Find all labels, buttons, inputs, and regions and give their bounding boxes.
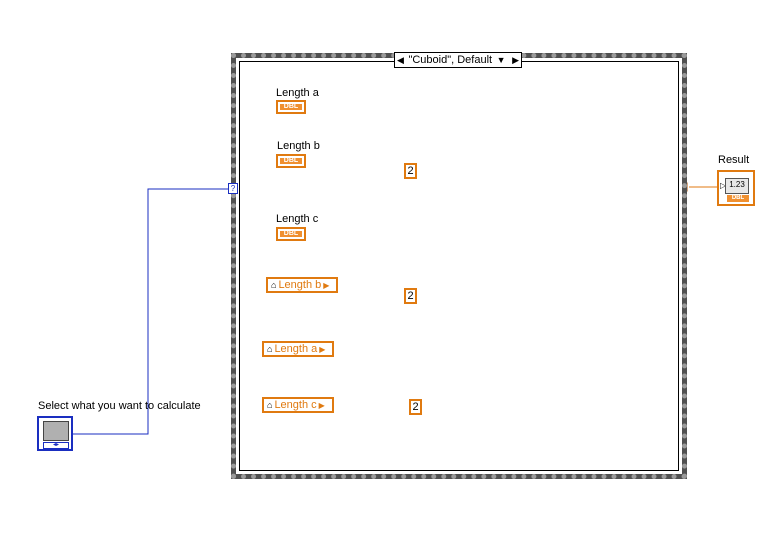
output-arrow-icon: ▶	[318, 400, 325, 410]
result-label: Result	[718, 154, 750, 166]
case-selector-label: "Cuboid", Default	[408, 54, 493, 66]
numeric-constant[interactable]: 2	[404, 288, 417, 304]
length-b-terminal[interactable]: DBL	[276, 154, 306, 168]
numeric-constant[interactable]: 2	[409, 399, 422, 415]
case-dropdown-icon[interactable]: ▼	[495, 55, 508, 65]
dbl-tag: DBL	[280, 157, 302, 164]
length-a-label: Length a	[276, 87, 319, 99]
dbl-tag: DBL	[280, 230, 302, 237]
numeric-display-icon: 1.23	[725, 178, 749, 194]
local-variable-length-b[interactable]: ⌂ Length b ▶	[266, 277, 338, 293]
case-prev-arrow-icon[interactable]: ◀	[395, 55, 406, 66]
home-icon: ⌂	[271, 280, 277, 290]
case-next-arrow-icon[interactable]: ▶	[510, 55, 521, 66]
ring-control-label: Select what you want to calculate	[38, 400, 201, 412]
dbl-tag: DBL	[727, 195, 749, 202]
ring-control-terminal[interactable]: ◂▸	[37, 416, 73, 451]
length-b-label: Length b	[277, 140, 320, 152]
dbl-tag: DBL	[280, 103, 302, 110]
local-variable-length-a[interactable]: ⌂ Length a ▶	[262, 341, 334, 357]
local-variable-label: Length c	[274, 399, 317, 411]
length-a-terminal[interactable]: DBL	[276, 100, 306, 114]
home-icon: ⌂	[267, 400, 273, 410]
length-c-terminal[interactable]: DBL	[276, 227, 306, 241]
ring-arrows-icon: ◂▸	[43, 442, 69, 449]
local-variable-length-c[interactable]: ⌂ Length c ▶	[262, 397, 334, 413]
case-selector[interactable]: ◀ "Cuboid", Default ▼ ▶	[394, 52, 522, 68]
case-selector-terminal[interactable]: ?	[228, 183, 238, 194]
output-arrow-icon: ▶	[323, 280, 330, 290]
numeric-constant[interactable]: 2	[404, 163, 417, 179]
length-c-label: Length c	[276, 213, 319, 225]
case-structure[interactable]	[231, 53, 687, 479]
output-arrow-icon: ▶	[319, 344, 326, 354]
ring-face-icon	[43, 421, 69, 441]
result-indicator-terminal[interactable]: ▷ 1.23 DBL	[717, 170, 755, 206]
local-variable-label: Length b	[278, 279, 322, 291]
local-variable-label: Length a	[274, 343, 318, 355]
home-icon: ⌂	[267, 344, 273, 354]
